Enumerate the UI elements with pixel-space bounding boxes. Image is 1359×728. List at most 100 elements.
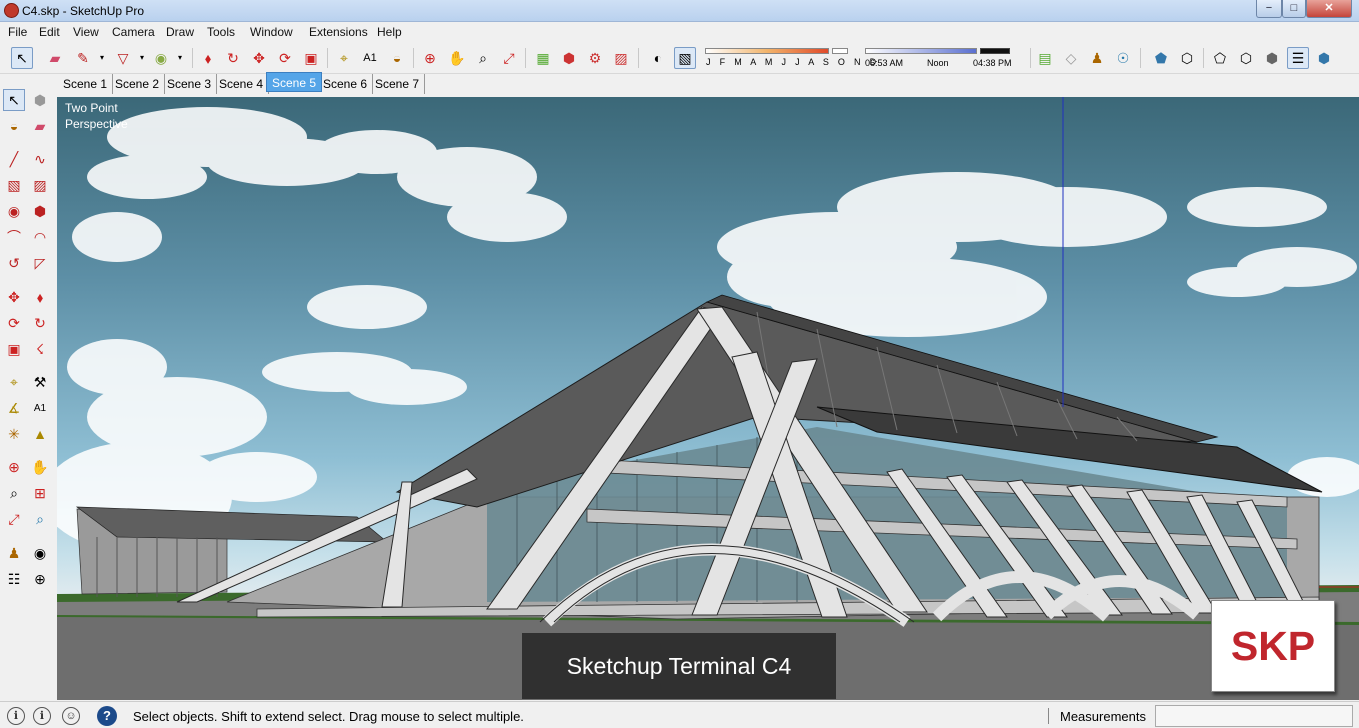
orbit-tool-icon[interactable]: ⊕ (3, 456, 25, 478)
zoom-window-icon[interactable]: ⊞ (29, 482, 51, 504)
back-edges-style-icon[interactable]: ⬡ (1176, 47, 1198, 69)
follow-me-icon[interactable]: ↻ (222, 47, 244, 69)
polygon-tool-icon[interactable]: ⬢ (29, 200, 51, 222)
menu-extensions[interactable]: Extensions (309, 25, 368, 39)
tab-scene-1[interactable]: Scene 1 (58, 74, 114, 94)
shadow-settings-icon[interactable]: ◐ (647, 47, 669, 69)
text-tool-icon[interactable]: A1 (29, 397, 51, 419)
rotate-tool-icon[interactable]: ⟳ (274, 47, 296, 69)
wireframe-style-icon[interactable]: ⬠ (1209, 47, 1231, 69)
paint-bucket-icon[interactable]: ◒ (3, 115, 25, 137)
select-tool-icon[interactable]: ↖ (11, 47, 33, 69)
walk-tool-icon[interactable]: ☉ (1112, 47, 1134, 69)
zoom-tool-icon[interactable]: ⌕ (3, 482, 25, 504)
zoom-tool-icon[interactable]: ⌕ (472, 47, 494, 69)
circle-tool-icon[interactable]: ◉ (3, 200, 25, 222)
hidden-line-style-icon[interactable]: ⬡ (1235, 47, 1257, 69)
follow-me-icon[interactable]: ↻ (29, 312, 51, 334)
xray-style-icon[interactable]: ⬟ (1150, 47, 1172, 69)
move-tool-icon[interactable]: ✥ (248, 47, 270, 69)
shaded-style-icon[interactable]: ⬢ (1261, 47, 1283, 69)
3d-warehouse-icon[interactable]: ▦ (532, 47, 554, 69)
menu-edit[interactable]: Edit (39, 25, 60, 39)
scale-tool-icon[interactable]: ▣ (300, 47, 322, 69)
walk-tool-icon[interactable]: ☷ (3, 568, 25, 590)
layout-send-icon[interactable]: ▨ (610, 47, 632, 69)
time-slider-thumb[interactable] (980, 48, 1010, 54)
display-section-planes-icon[interactable]: ◇ (1060, 47, 1082, 69)
line-tool-icon[interactable]: ╱ (3, 148, 25, 170)
paint-bucket-icon[interactable]: ◒ (386, 47, 408, 69)
share-model-icon[interactable]: ⬢ (558, 47, 580, 69)
zoom-extents-icon[interactable]: ⤢ (498, 47, 520, 69)
monochrome-style-icon[interactable]: ⬢ (1313, 47, 1335, 69)
tab-scene-4[interactable]: Scene 4 (214, 74, 270, 94)
extension-warehouse-icon[interactable]: ⚙ (584, 47, 606, 69)
move-tool-icon[interactable]: ✥ (3, 286, 25, 308)
date-slider-track[interactable] (705, 48, 829, 54)
two-point-arc-icon[interactable]: ◠ (29, 226, 51, 248)
tab-scene-6[interactable]: Scene 6 (318, 74, 374, 94)
make-component-icon[interactable]: ⬢ (29, 89, 51, 111)
text-tool-icon[interactable]: A1 (359, 47, 381, 69)
pan-tool-icon[interactable]: ✋ (446, 47, 468, 69)
select-tool-icon[interactable]: ↖ (3, 89, 25, 111)
tab-scene-2[interactable]: Scene 2 (110, 74, 166, 94)
display-shadows-icon[interactable]: ▧ (674, 47, 696, 69)
instructor-help-icon[interactable]: ? (97, 706, 117, 726)
offset-tool-icon[interactable]: ☇ (29, 338, 51, 360)
menu-help[interactable]: Help (377, 25, 402, 39)
menu-window[interactable]: Window (250, 25, 293, 39)
user-account-icon[interactable]: ☺ (62, 707, 80, 725)
measurements-input[interactable] (1155, 705, 1353, 727)
tape-measure-icon[interactable]: ⌖ (3, 371, 25, 393)
section-plane-icon[interactable]: ▤ (1034, 47, 1056, 69)
menu-draw[interactable]: Draw (166, 25, 194, 39)
scale-tool-icon[interactable]: ▣ (3, 338, 25, 360)
menu-file[interactable]: File (8, 25, 27, 39)
geolocation-icon[interactable]: ℹ (7, 707, 25, 725)
sketchup-app-icon[interactable] (4, 3, 19, 18)
model-viewport[interactable]: Two Point Perspective Sketchup Terminal … (57, 97, 1359, 700)
three-point-arc-icon[interactable]: ↺ (3, 252, 25, 274)
tab-scene-3[interactable]: Scene 3 (162, 74, 218, 94)
date-slider-thumb[interactable] (832, 48, 848, 54)
arc-tool-icon[interactable]: ⌒ (3, 226, 25, 248)
credits-icon[interactable]: ℹ (33, 707, 51, 725)
tape-measure-icon[interactable]: ⌖ (333, 47, 355, 69)
protractor-tool-icon[interactable]: ∡ (3, 397, 25, 419)
section-plane-icon[interactable]: ⊕ (29, 568, 51, 590)
maximize-button[interactable]: □ (1282, 0, 1306, 18)
time-slider-track[interactable] (865, 48, 977, 54)
push-pull-icon[interactable]: ⬧ (29, 286, 51, 308)
position-camera-icon[interactable]: ♟ (3, 542, 25, 564)
rotated-rectangle-icon[interactable]: ▨ (29, 174, 51, 196)
tab-scene-5[interactable]: Scene 5 (266, 72, 323, 92)
rectangle-tool-icon[interactable]: ▧ (3, 174, 25, 196)
3d-text-icon[interactable]: ▲ (29, 423, 51, 445)
freehand-tool-icon[interactable]: ∿ (29, 148, 51, 170)
orbit-tool-icon[interactable]: ⊕ (419, 47, 441, 69)
circle-dropdown-icon[interactable]: ▾ (169, 47, 191, 69)
pencil-dropdown-icon[interactable]: ▾ (91, 47, 113, 69)
close-button[interactable]: ✕ (1306, 0, 1352, 18)
pan-tool-icon[interactable]: ✋ (29, 456, 51, 478)
shadow-date-slider[interactable]: J F M A M J J A S O N D (705, 48, 876, 70)
eraser-tool-icon[interactable]: ▰ (29, 115, 51, 137)
shadow-time-slider[interactable]: 06:53 AM Noon 04:38 PM (865, 48, 1015, 70)
menu-tools[interactable]: Tools (207, 25, 235, 39)
rotate-tool-icon[interactable]: ⟳ (3, 312, 25, 334)
previous-view-icon[interactable]: ⌕ (29, 508, 51, 530)
menu-view[interactable]: View (73, 25, 99, 39)
menu-camera[interactable]: Camera (112, 25, 155, 39)
push-pull-icon[interactable]: ⬧ (197, 47, 219, 69)
pie-tool-icon[interactable]: ◸ (29, 252, 51, 274)
eraser-tool-icon[interactable]: ▰ (44, 47, 66, 69)
minimize-button[interactable]: − (1256, 0, 1282, 18)
zoom-extents-icon[interactable]: ⤢ (3, 508, 25, 530)
tab-scene-7[interactable]: Scene 7 (370, 74, 426, 94)
dimension-tool-icon[interactable]: ⚒ (29, 371, 51, 393)
position-camera-icon[interactable]: ♟ (1086, 47, 1108, 69)
shaded-textures-style-icon[interactable]: ☰ (1287, 47, 1309, 69)
axes-tool-icon[interactable]: ✳ (3, 423, 25, 445)
